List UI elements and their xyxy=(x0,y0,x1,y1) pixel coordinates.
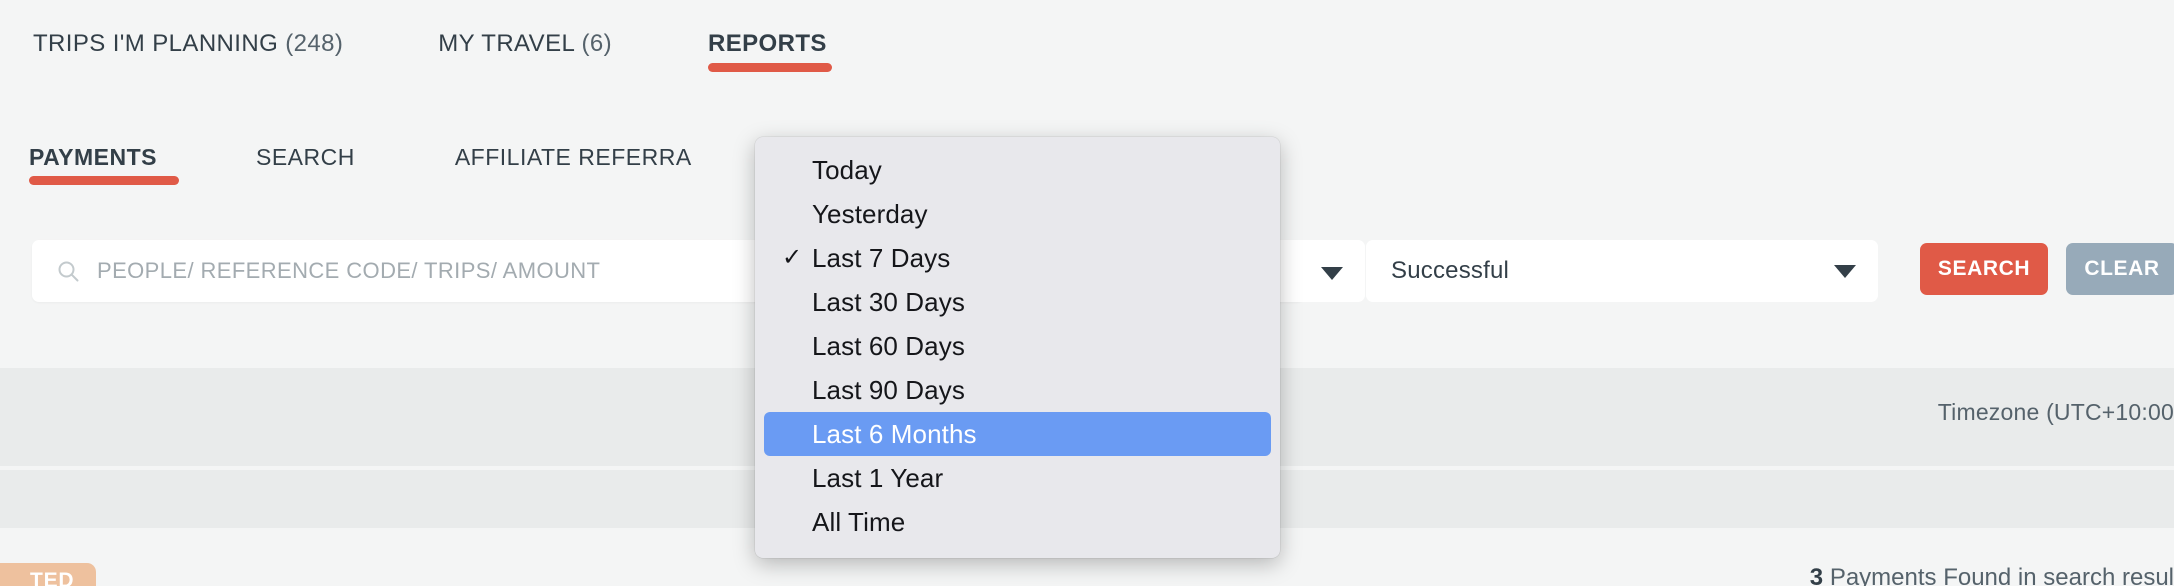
date-range-dropdown-menu: Today Yesterday ✓ Last 7 Days Last 30 Da… xyxy=(755,137,1280,558)
dropdown-item-label: Yesterday xyxy=(812,198,928,229)
primary-tab-label: TRIPS I'M PLANNING xyxy=(33,30,279,57)
dropdown-item-label: Last 6 Months xyxy=(812,418,977,449)
search-button[interactable]: SEARCH xyxy=(1920,243,2048,295)
results-count: 3 Payments Found in search resul xyxy=(1810,564,2174,586)
dropdown-item-label: Last 60 Days xyxy=(812,330,965,361)
chevron-down-icon xyxy=(1321,267,1343,280)
dropdown-item-yesterday[interactable]: Yesterday xyxy=(764,192,1271,236)
secondary-tab-label: AFFILIATE REFERRA xyxy=(454,144,692,170)
primary-tab-label: MY TRAVEL xyxy=(438,30,575,57)
dropdown-item-last-7-days[interactable]: ✓ Last 7 Days xyxy=(764,236,1271,280)
search-icon xyxy=(56,259,80,283)
secondary-tab-payments[interactable]: PAYMENTS xyxy=(29,144,179,185)
status-select-value: Successful xyxy=(1391,257,1510,284)
primary-tab-my-travel[interactable]: MY TRAVEL (6) xyxy=(438,30,612,72)
page-root: TRIPS I'M PLANNING (248) MY TRAVEL (6) R… xyxy=(0,0,2174,586)
primary-navigation: TRIPS I'M PLANNING (248) MY TRAVEL (6) R… xyxy=(33,30,832,90)
dropdown-item-label: Today xyxy=(812,154,882,185)
dropdown-item-label: Last 1 Year xyxy=(812,462,944,493)
primary-tab-count: (248) xyxy=(285,30,344,57)
dropdown-item-label: Last 30 Days xyxy=(812,286,965,317)
dropdown-item-last-6-months[interactable]: Last 6 Months xyxy=(764,412,1271,456)
results-count-number: 3 xyxy=(1809,564,1824,586)
dropdown-item-label: All Time xyxy=(812,506,906,537)
secondary-tab-affiliate-referrals[interactable]: AFFILIATE REFERRA xyxy=(455,144,692,185)
secondary-tab-search[interactable]: SEARCH xyxy=(256,144,355,185)
secondary-navigation: PAYMENTS SEARCH AFFILIATE REFERRA xyxy=(29,144,692,200)
chevron-down-icon xyxy=(1834,264,1856,278)
dropdown-item-label: Last 90 Days xyxy=(812,374,965,405)
clear-button[interactable]: CLEAR xyxy=(2066,243,2174,295)
primary-tab-count: (6) xyxy=(581,30,612,57)
primary-tab-label: REPORTS xyxy=(707,30,827,57)
secondary-tab-label: PAYMENTS xyxy=(29,144,157,170)
date-range-select[interactable] xyxy=(1275,240,1365,302)
dropdown-item-last-30-days[interactable]: Last 30 Days xyxy=(764,280,1271,324)
dropdown-item-last-90-days[interactable]: Last 90 Days xyxy=(764,368,1271,412)
dropdown-item-last-1-year[interactable]: Last 1 Year xyxy=(764,456,1271,500)
primary-tab-reports[interactable]: REPORTS xyxy=(707,30,832,72)
primary-tab-trips-im-planning[interactable]: TRIPS I'M PLANNING (248) xyxy=(33,30,343,72)
timezone-label: Timezone (UTC+10:00 xyxy=(1937,399,2174,425)
dropdown-item-label: Last 7 Days xyxy=(812,242,951,273)
results-count-text: Payments Found in search resul xyxy=(1823,564,2174,586)
status-badge: TED xyxy=(0,563,97,586)
dropdown-item-today[interactable]: Today xyxy=(764,148,1271,192)
dropdown-item-last-60-days[interactable]: Last 60 Days xyxy=(764,324,1271,368)
check-icon: ✓ xyxy=(782,244,803,271)
status-select[interactable]: Successful xyxy=(1366,240,1878,302)
secondary-tab-label: SEARCH xyxy=(255,144,355,170)
dropdown-item-all-time[interactable]: All Time xyxy=(764,500,1271,544)
